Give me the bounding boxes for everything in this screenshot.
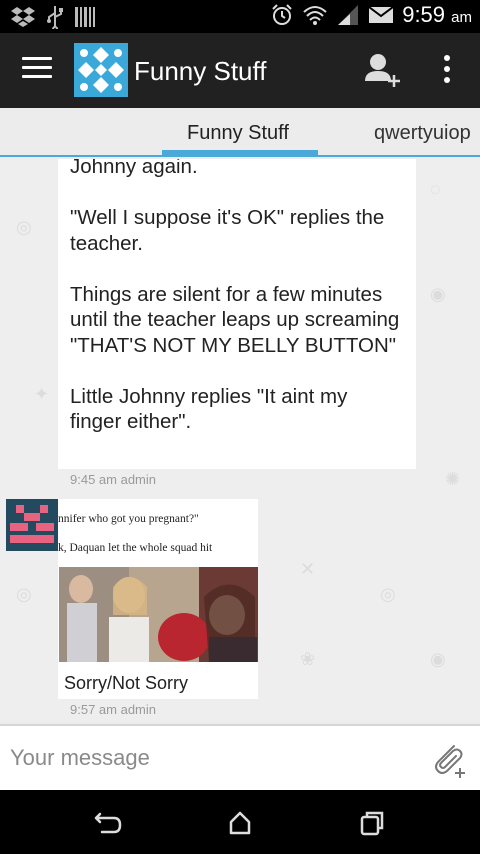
meme-text-line-2: k, Daquan let the whole squad hit — [58, 542, 213, 554]
barcode-icon — [75, 7, 95, 27]
meme-photo[interactable] — [59, 567, 258, 662]
meme-text-line-1: nnifer who got you pregnant?" — [58, 513, 199, 525]
home-icon[interactable] — [220, 808, 260, 838]
clock: 9:59 am — [402, 2, 472, 27]
wifi-icon — [303, 6, 327, 25]
active-tab-indicator — [162, 150, 318, 156]
more-vert-icon[interactable] — [436, 55, 458, 87]
watermark-cross-icon: ✕ — [300, 559, 316, 579]
message-input[interactable] — [10, 740, 410, 776]
watermark-eye-icon-2: ◎ — [380, 584, 396, 604]
watermark-mushroom-icon: ❀ — [300, 649, 316, 669]
add-user-icon[interactable] — [360, 49, 404, 93]
message-bubble[interactable]: Johnny again. "Well I suppose it's OK" r… — [58, 159, 416, 469]
image-caption: Sorry/Not Sorry — [64, 673, 189, 693]
message-meta-2: 9:57 am admin — [70, 702, 156, 717]
message-text: Johnny again. "Well I suppose it's OK" r… — [70, 159, 400, 433]
back-icon[interactable] — [88, 808, 128, 838]
tab-qwertyuiop[interactable]: qwertyuiop — [374, 122, 471, 145]
usb-icon — [47, 6, 63, 29]
watermark-eye-icon-3: ◎ — [16, 584, 32, 604]
watermark-dot-icon: ◉ — [430, 284, 446, 304]
avatar[interactable] — [6, 499, 58, 551]
message-list[interactable]: ◎ ◌ ◉ ✦ ✺ ✕ ◎ ◎ ❀ ◉ Johnny again. "Well … — [0, 159, 480, 722]
recent-apps-icon[interactable] — [352, 808, 392, 838]
watermark-bolt-icon: ✦ — [34, 384, 50, 404]
watermark-eye-icon: ◎ — [16, 217, 32, 237]
tab-funny-stuff[interactable]: Funny Stuff — [187, 122, 289, 145]
app-bar: Funny Stuff — [0, 33, 480, 108]
image-message-bubble[interactable]: nnifer who got you pregnant?" k, Daquan … — [58, 499, 258, 699]
signal-icon — [338, 5, 359, 25]
watermark-dot-icon-2: ◉ — [430, 649, 446, 669]
attach-icon[interactable] — [428, 740, 468, 780]
system-nav-bar — [0, 790, 480, 854]
watermark-sun-icon: ✺ — [445, 469, 461, 489]
menu-icon[interactable] — [22, 57, 52, 85]
tab-bar: Funny Stuff qwertyuiop — [0, 108, 480, 157]
watermark-bubble-icon: ◌ — [430, 179, 441, 199]
app-logo — [74, 43, 128, 97]
composer-bar — [0, 724, 480, 790]
alarm-icon — [272, 4, 292, 25]
app-title: Funny Stuff — [134, 56, 267, 86]
mail-icon — [368, 6, 394, 23]
status-bar: 9:59 am — [0, 0, 480, 33]
message-meta: 9:45 am admin — [70, 472, 156, 487]
dropbox-icon — [11, 7, 35, 27]
